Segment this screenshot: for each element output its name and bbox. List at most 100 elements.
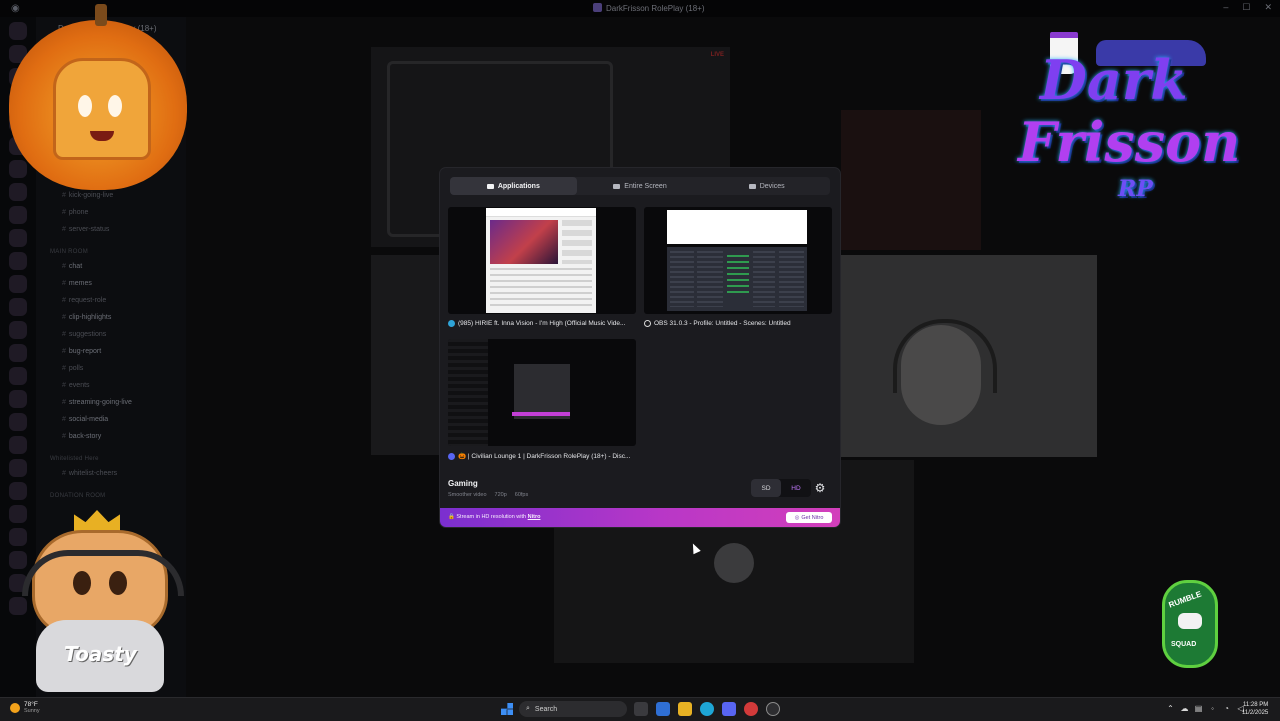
mic-icon[interactable]: ◦ [1208, 704, 1217, 713]
source-label: (985) HIRIE ft. Inna Vision - I'm High (… [448, 320, 636, 327]
wifi-icon[interactable]: ◔ [1222, 704, 1231, 713]
minimize-icon[interactable]: – [1223, 2, 1228, 13]
source-option-obs[interactable]: OBS 31.0.3 - Profile: Untitled - Scenes:… [644, 207, 832, 327]
server-icon[interactable] [9, 229, 27, 247]
obs-preview [667, 210, 807, 244]
channel-bug-report[interactable]: # bug-report [62, 348, 101, 355]
app-icon[interactable] [744, 702, 758, 716]
task-view-icon[interactable] [634, 702, 648, 716]
channel-whitelist-cheers[interactable]: # whitelist-cheers [62, 470, 117, 477]
server-icon[interactable] [9, 160, 27, 178]
category-whitelisted[interactable]: Whitelisted Here [50, 456, 99, 462]
channel-social-media[interactable]: # social-media [62, 416, 108, 423]
network-icon[interactable]: ▤ [1194, 704, 1203, 713]
server-icon [593, 3, 602, 12]
channel-server-status[interactable]: # server-status [62, 226, 109, 233]
server-icon[interactable] [9, 459, 27, 477]
server-icon[interactable] [9, 22, 27, 40]
crown-graphic [74, 510, 120, 532]
tab-entire-screen[interactable]: Entire Screen [577, 177, 704, 195]
close-icon[interactable]: ✕ [1264, 2, 1272, 13]
video-tile-webcam[interactable] [841, 255, 1097, 457]
source-tabs: Applications Entire Screen Devices [450, 177, 830, 195]
channel-polls[interactable]: # polls [62, 365, 83, 372]
taskbar-clock[interactable]: 11:28 PM 11/2/2025 [1242, 701, 1268, 717]
video-tile-webcam-dark[interactable] [841, 110, 981, 250]
server-icon[interactable] [9, 298, 27, 316]
camera-icon [748, 183, 756, 189]
channel-request-role[interactable]: # request-role [62, 297, 106, 304]
quality-toggle: SD HD [751, 479, 811, 497]
video-tile-side[interactable] [371, 255, 441, 455]
channel-streaming-going-live[interactable]: # streaming-going-live [62, 399, 132, 406]
source-label: 🎃 | Civilian Lounge 1 | DarkFrisson Role… [448, 452, 636, 460]
nitro-link[interactable]: Nitro [528, 514, 541, 520]
discord-preview [514, 364, 570, 419]
nitro-upsell-bar: 🔒 Stream in HD resolution with Nitro ◎ Ge… [440, 508, 840, 527]
server-icon[interactable] [9, 252, 27, 270]
source-option-discord[interactable]: 🎃 | Civilian Lounge 1 | DarkFrisson Role… [448, 339, 636, 460]
channel-suggestions[interactable]: # suggestions [62, 331, 106, 338]
source-thumbnail [448, 339, 636, 446]
windows-start-icon[interactable] [501, 703, 513, 715]
tab-applications[interactable]: Applications [450, 177, 577, 195]
channel-chat[interactable]: # chat [62, 263, 82, 270]
stream-preset: Gaming Smoother video 720p 60fps [448, 479, 528, 498]
preset-title: Gaming [448, 479, 478, 488]
server-icon[interactable] [9, 275, 27, 293]
source-option-browser[interactable]: (985) HIRIE ft. Inna Vision - I'm High (… [448, 207, 636, 327]
server-icon[interactable] [9, 344, 27, 362]
maximize-icon[interactable]: ☐ [1242, 2, 1250, 13]
server-icon[interactable] [9, 436, 27, 454]
server-icon[interactable] [9, 413, 27, 431]
nitro-text: 🔒 Stream in HD resolution with Nitro [448, 514, 541, 520]
title-bar: ◉ DarkFrisson RolePlay (18+) – ☐ ✕ [0, 0, 1280, 17]
gamepad-icon [1178, 613, 1202, 629]
taskbar-search[interactable]: ⌕ Search [519, 701, 627, 717]
gear-icon[interactable]: ⚙ [813, 481, 827, 495]
rumble-squad-badge: RUMBLE SQUAD [1162, 580, 1218, 668]
browser-preview [486, 208, 596, 313]
server-icon[interactable] [9, 183, 27, 201]
chevron-up-icon[interactable]: ⌃ [1166, 704, 1175, 713]
logo-text-rp: RP [1118, 176, 1153, 202]
headphones-graphic [22, 550, 184, 596]
server-icon[interactable] [9, 390, 27, 408]
channel-phone[interactable]: # phone [62, 209, 88, 216]
discord-icon[interactable] [722, 702, 736, 716]
category-main-room[interactable]: MAIN ROOM [50, 249, 88, 255]
channel-back-story[interactable]: # back-story [62, 433, 101, 440]
nitro-icon: ◎ [794, 514, 800, 521]
logo-text-frisson: Frisson [1018, 110, 1241, 174]
headset-shape [893, 319, 997, 393]
source-thumbnail [644, 207, 832, 314]
edge-icon [448, 320, 455, 327]
channel-kick-going-live[interactable]: # kick-going-live [62, 192, 113, 199]
obs-icon [644, 320, 651, 327]
server-icon[interactable] [9, 206, 27, 224]
server-icon[interactable] [9, 367, 27, 385]
monitor-icon [613, 183, 621, 189]
edge-icon[interactable] [700, 702, 714, 716]
screen-share-picker: Applications Entire Screen Devices (985)… [440, 168, 840, 527]
file-explorer-icon[interactable] [678, 702, 692, 716]
tab-devices[interactable]: Devices [703, 177, 830, 195]
copilot-icon[interactable] [656, 702, 670, 716]
server-icon[interactable] [9, 321, 27, 339]
category-donation-room[interactable]: DONATION ROOM [50, 493, 105, 499]
hd-button[interactable]: HD [781, 479, 811, 497]
channel-clip-highlights[interactable]: # clip-highlights [62, 314, 111, 321]
discord-icon[interactable]: ◉ [11, 3, 24, 14]
sd-button[interactable]: SD [751, 479, 781, 497]
cloud-icon[interactable]: ☁ [1180, 704, 1189, 713]
taskbar: 78°F Sunny ⌕ Search ⌃ ☁ ▤ ◦ ◔ ◁ 11:28 PM … [0, 697, 1280, 721]
obs-icon[interactable] [766, 702, 780, 716]
get-nitro-button[interactable]: ◎ Get Nitro [786, 512, 832, 523]
pinned-apps [634, 702, 780, 716]
weather-widget[interactable]: 78°F Sunny [10, 701, 40, 715]
preset-details: Smoother video 720p 60fps [448, 492, 529, 498]
channel-events[interactable]: # events [62, 382, 90, 389]
server-icon[interactable] [9, 482, 27, 500]
channel-memes[interactable]: # memes [62, 280, 92, 287]
live-badge: LIVE [710, 52, 724, 58]
